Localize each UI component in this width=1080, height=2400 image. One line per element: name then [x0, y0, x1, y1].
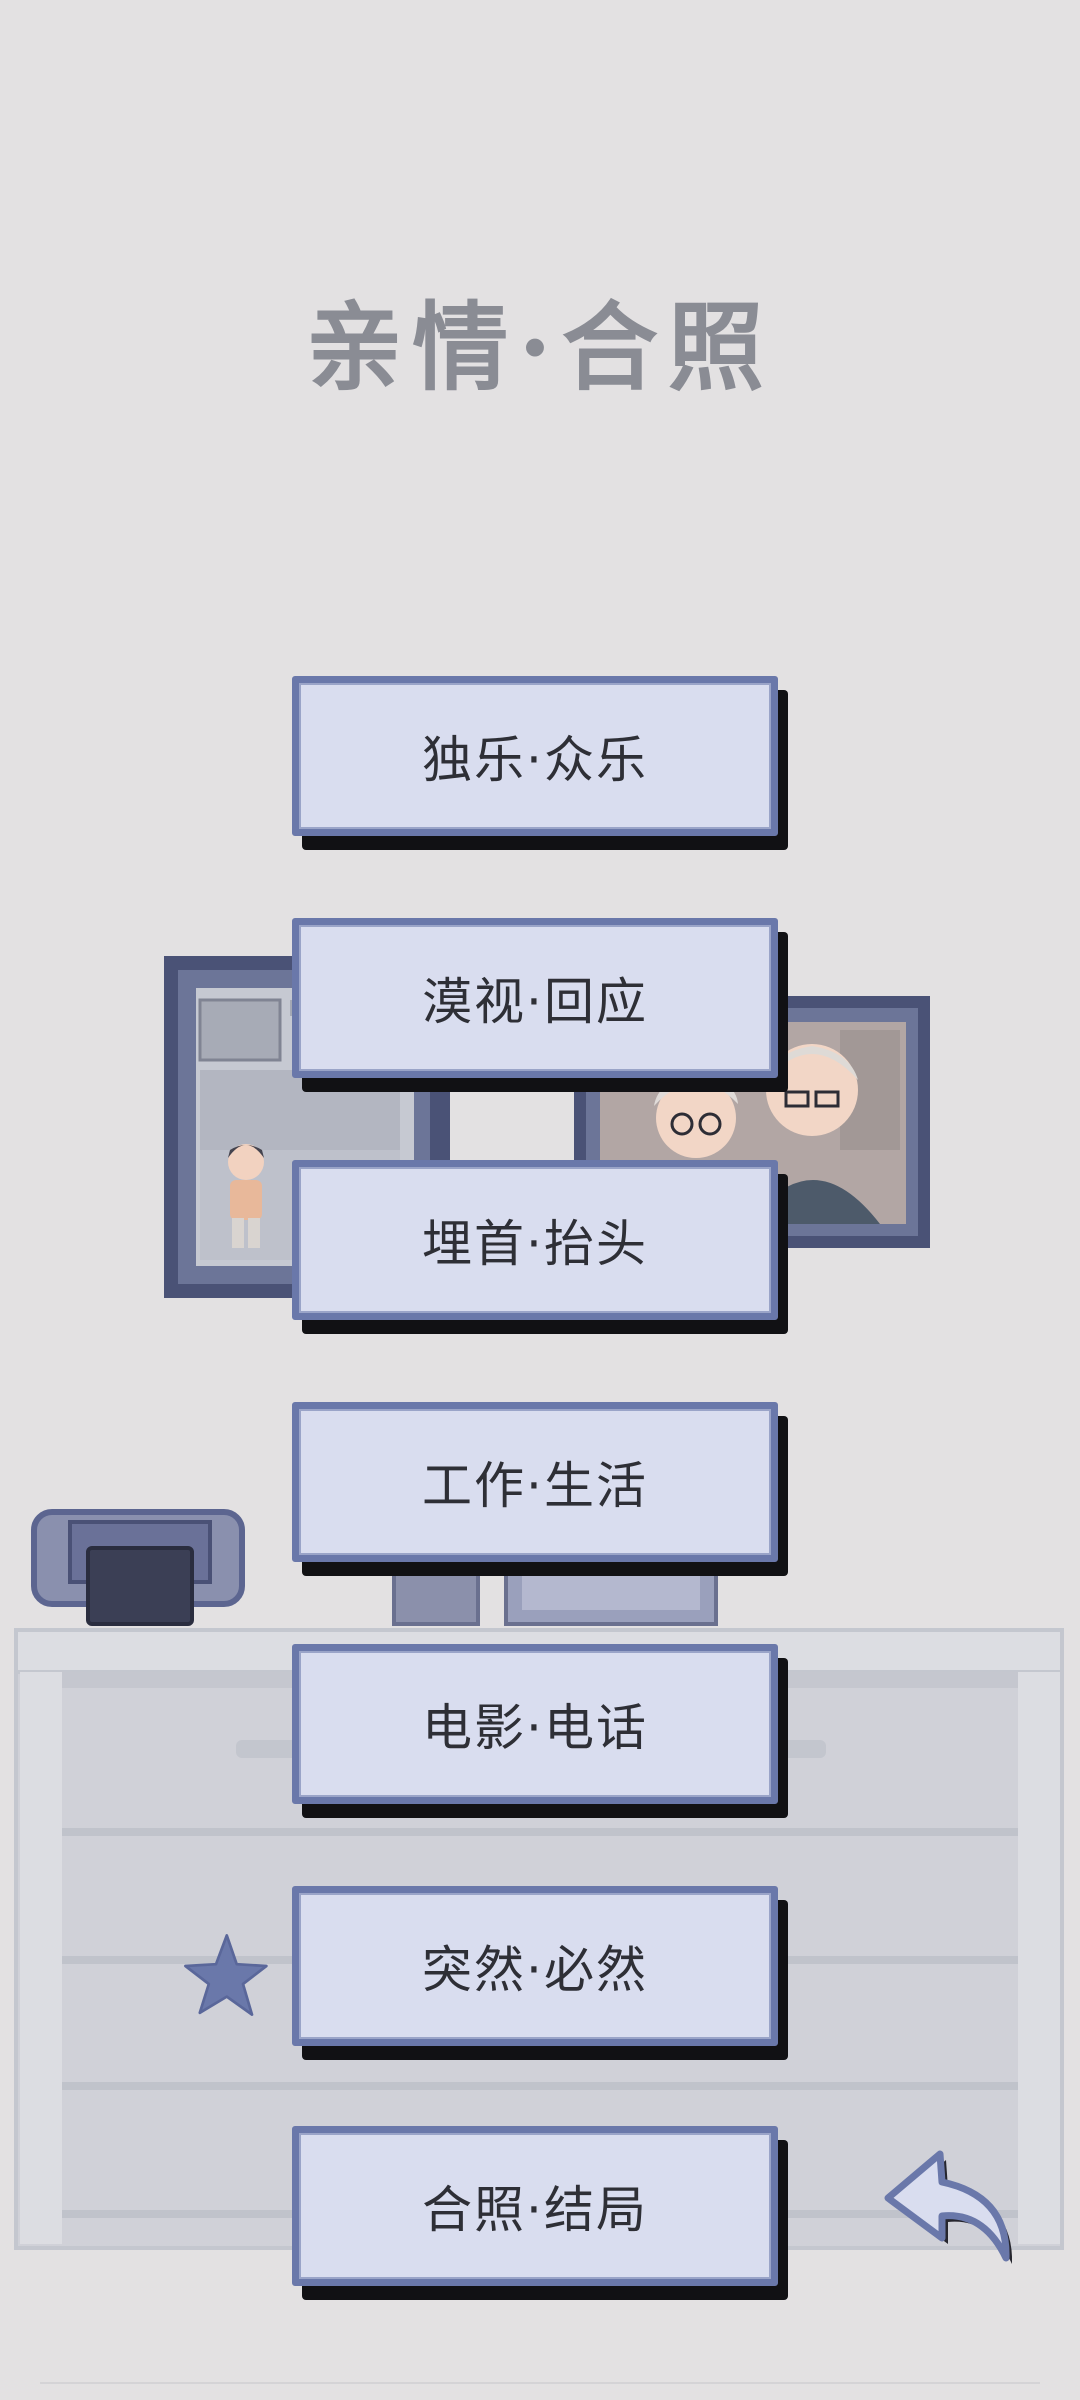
- button-face[interactable]: 电影·电话: [292, 1644, 778, 1804]
- button-face[interactable]: 突然·必然: [292, 1886, 778, 2046]
- chapter-label: 漠视·回应: [422, 973, 648, 1031]
- chapter-label: 电影·电话: [422, 1699, 648, 1757]
- button-face[interactable]: 独乐·众乐: [292, 676, 778, 836]
- button-face[interactable]: 工作·生活: [292, 1402, 778, 1562]
- radio-illustration: [31, 1509, 245, 1626]
- chapter-label: 突然·必然: [422, 1941, 648, 1999]
- button-face[interactable]: 埋首·抬头: [292, 1160, 778, 1320]
- chapter-button-4[interactable]: 工作·生活: [292, 1402, 788, 1576]
- chapter-button-3[interactable]: 埋首·抬头: [292, 1160, 788, 1334]
- chapter-button-5[interactable]: 电影·电话: [292, 1644, 788, 1818]
- star-icon: [184, 1934, 268, 2016]
- chapter-button-1[interactable]: 独乐·众乐: [292, 676, 788, 850]
- chapter-button-7[interactable]: 合照·结局: [292, 2126, 788, 2300]
- button-face[interactable]: 合照·结局: [292, 2126, 778, 2286]
- button-face[interactable]: 漠视·回应: [292, 918, 778, 1078]
- chapter-label: 工作·生活: [422, 1457, 648, 1515]
- chapter-button-6[interactable]: 突然·必然: [292, 1886, 788, 2060]
- page-title: 亲情·合照: [306, 291, 774, 404]
- frame-edge: [430, 1090, 450, 1160]
- chapter-label: 埋首·抬头: [422, 1215, 648, 1273]
- chapter-button-2[interactable]: 漠视·回应: [292, 918, 788, 1092]
- chapter-label: 独乐·众乐: [422, 731, 648, 789]
- chapter-label: 合照·结局: [422, 2181, 648, 2239]
- curved-back-arrow-icon[interactable]: [880, 2140, 1020, 2270]
- bottom-divider: [40, 2382, 1040, 2384]
